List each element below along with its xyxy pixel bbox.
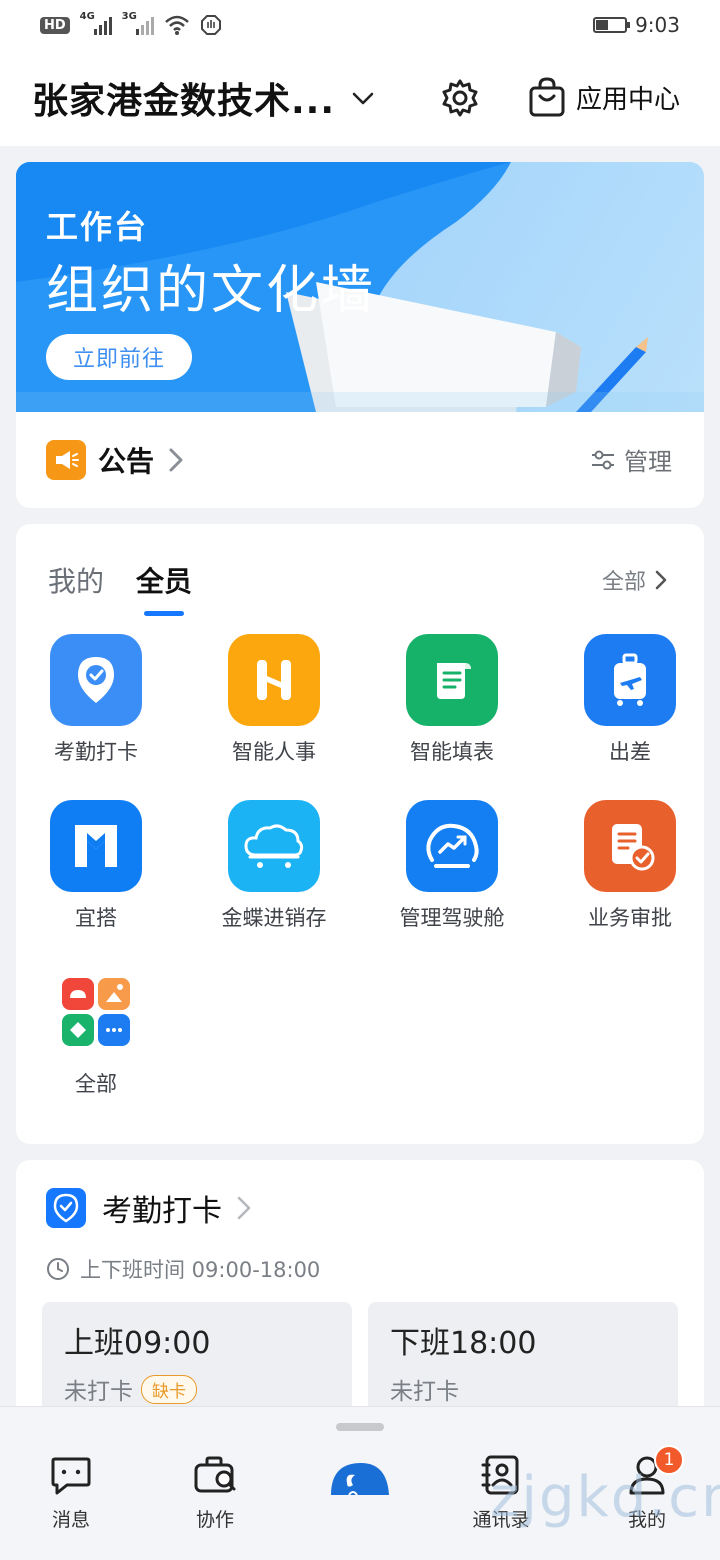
wifi-icon — [164, 15, 189, 35]
check-out-title: 下班18:00 — [390, 1326, 537, 1361]
unread-badge: 1 — [654, 1445, 684, 1475]
app-header: 张家港金数技术... 应用中心 — [0, 50, 720, 146]
luggage-plane-icon — [584, 634, 676, 726]
check-in-status: 未打卡 — [64, 1379, 133, 1405]
app-center-label: 应用中心 — [576, 84, 681, 115]
h-logo-icon — [228, 634, 320, 726]
location-check-icon — [46, 1188, 86, 1228]
app-management-cockpit[interactable]: 管理驾驶舱 — [372, 800, 532, 932]
manage-label: 管理 — [624, 448, 672, 476]
go-now-button[interactable]: 立即前往 — [46, 334, 192, 380]
check-in-status-row: 未打卡 缺卡 — [64, 1372, 330, 1406]
nav-collaboration[interactable]: 协作 — [160, 1453, 270, 1532]
all-apps-label: 全部 — [601, 570, 646, 595]
work-hours-text: 上下班时间 09:00-18:00 — [80, 1258, 321, 1282]
check-in-panel[interactable]: 上班09:00 未打卡 缺卡 — [42, 1302, 352, 1418]
nav-messages[interactable]: 消息 — [16, 1453, 126, 1532]
work-hours-row: 上下班时间 09:00-18:00 — [46, 1254, 320, 1284]
culture-wall-banner[interactable]: 工作台 组织的文化墙 立即前往 — [16, 162, 704, 412]
location-check-icon — [50, 634, 142, 726]
app-attendance[interactable]: 考勤打卡 — [16, 634, 176, 766]
check-out-status-row: 未打卡 — [390, 1372, 656, 1406]
app-smart-form[interactable]: 智能填表 — [372, 634, 532, 766]
cloud-cart-icon — [228, 800, 320, 892]
megaphone-icon — [46, 440, 86, 480]
app-label: 宜搭 — [75, 906, 117, 930]
bottom-navigation: 消息 协作 通讯录 1 我的 zjgkd.cn — [0, 1406, 720, 1560]
app-label: 金蝶进销存 — [221, 906, 327, 930]
nav-label: 协作 — [195, 1509, 234, 1531]
sliders-icon — [592, 450, 614, 469]
app-smart-hr[interactable]: 智能人事 — [194, 634, 354, 766]
app-business-approval[interactable]: 业务审批 — [550, 800, 704, 932]
check-in-title: 上班09:00 — [64, 1326, 211, 1361]
manage-button[interactable]: 管理 — [590, 442, 672, 477]
clock-icon — [47, 1258, 69, 1280]
dashboard-gauge-icon — [406, 800, 498, 892]
app-all[interactable]: 全部 — [16, 966, 176, 1098]
workbench-banner-card: 工作台 组织的文化墙 立即前往 公告 管理 — [16, 162, 704, 508]
battery-level-fill — [596, 20, 609, 30]
sim2-network-type: 3G — [121, 11, 137, 22]
app-label: 智能人事 — [232, 740, 316, 764]
app-label: 出差 — [609, 740, 651, 764]
sim1-signal-icon: 4G — [80, 11, 112, 35]
check-out-status: 未打卡 — [390, 1379, 459, 1405]
announcement-row[interactable]: 公告 管理 — [16, 412, 704, 508]
all-apps-grid-icon — [50, 966, 142, 1058]
battery-icon — [593, 17, 631, 33]
apps-card: 我的 全员 全部 考勤打卡 智能人事 智能填表 出差 宜搭 金蝶进销存 管理驾驶… — [16, 524, 704, 1144]
sim2-signal-icon: 3G — [122, 11, 154, 35]
settings-button[interactable] — [436, 74, 484, 122]
contacts-book-icon — [481, 1455, 519, 1495]
gear-icon — [442, 79, 478, 117]
app-label: 考勤打卡 — [54, 740, 138, 764]
organization-name[interactable]: 张家港金数技术... — [32, 72, 335, 124]
nav-me[interactable]: 1 我的 — [592, 1445, 702, 1532]
app-label: 业务审批 — [588, 906, 672, 930]
yida-logo-icon — [50, 800, 142, 892]
status-bar-left: HD 4G 3G — [40, 11, 222, 36]
chevron-right-icon — [237, 1196, 251, 1220]
chevron-right-icon — [655, 570, 667, 590]
apps-tabs: 我的 全员 — [48, 560, 192, 616]
document-approve-icon — [584, 800, 676, 892]
nav-home-dingtalk[interactable] — [305, 1453, 415, 1513]
nav-label: 消息 — [51, 1509, 90, 1531]
dingtalk-logo-icon — [331, 1463, 389, 1496]
app-yida[interactable]: 宜搭 — [16, 800, 176, 932]
scroll-form-icon — [406, 634, 498, 726]
hd-indicator: HD — [40, 16, 70, 34]
briefcase-icon — [194, 1456, 236, 1493]
sim1-network-type: 4G — [79, 11, 95, 22]
status-bar-right: 9:03 — [593, 13, 680, 37]
chevron-right-icon — [169, 448, 183, 472]
tab-all-staff[interactable]: 全员 — [136, 560, 192, 616]
app-center-button[interactable]: 应用中心 — [528, 76, 680, 118]
banner-title: 组织的文化墙 — [46, 261, 377, 321]
announcement-label: 公告 — [98, 445, 155, 478]
hand-notification-icon — [200, 15, 221, 35]
app-label: 智能填表 — [410, 740, 494, 764]
all-apps-link[interactable]: 全部 — [602, 564, 668, 596]
drag-handle[interactable] — [336, 1423, 384, 1431]
app-label: 全部 — [75, 1072, 117, 1096]
app-business-trip[interactable]: 出差 — [550, 634, 704, 766]
missing-punch-badge: 缺卡 — [141, 1374, 197, 1404]
chat-bubble-icon — [51, 1457, 91, 1495]
app-label: 管理驾驶舱 — [399, 906, 505, 930]
shopping-bag-icon — [529, 77, 565, 117]
chevron-down-icon[interactable] — [349, 84, 377, 112]
banner-subtitle: 工作台 — [46, 208, 149, 246]
tab-mine[interactable]: 我的 — [48, 560, 104, 600]
check-out-panel[interactable]: 下班18:00 未打卡 — [368, 1302, 678, 1418]
nav-label: 通讯录 — [472, 1509, 530, 1531]
clock: 9:03 — [635, 13, 680, 37]
nav-contacts[interactable]: 通讯录 — [446, 1453, 556, 1532]
status-bar: HD 4G 3G 9:03 — [0, 0, 720, 50]
app-kingdee-inventory[interactable]: 金蝶进销存 — [194, 800, 354, 932]
attendance-title: 考勤打卡 — [102, 1194, 222, 1229]
nav-label: 我的 — [627, 1509, 666, 1531]
attendance-header[interactable]: 考勤打卡 — [46, 1186, 252, 1230]
